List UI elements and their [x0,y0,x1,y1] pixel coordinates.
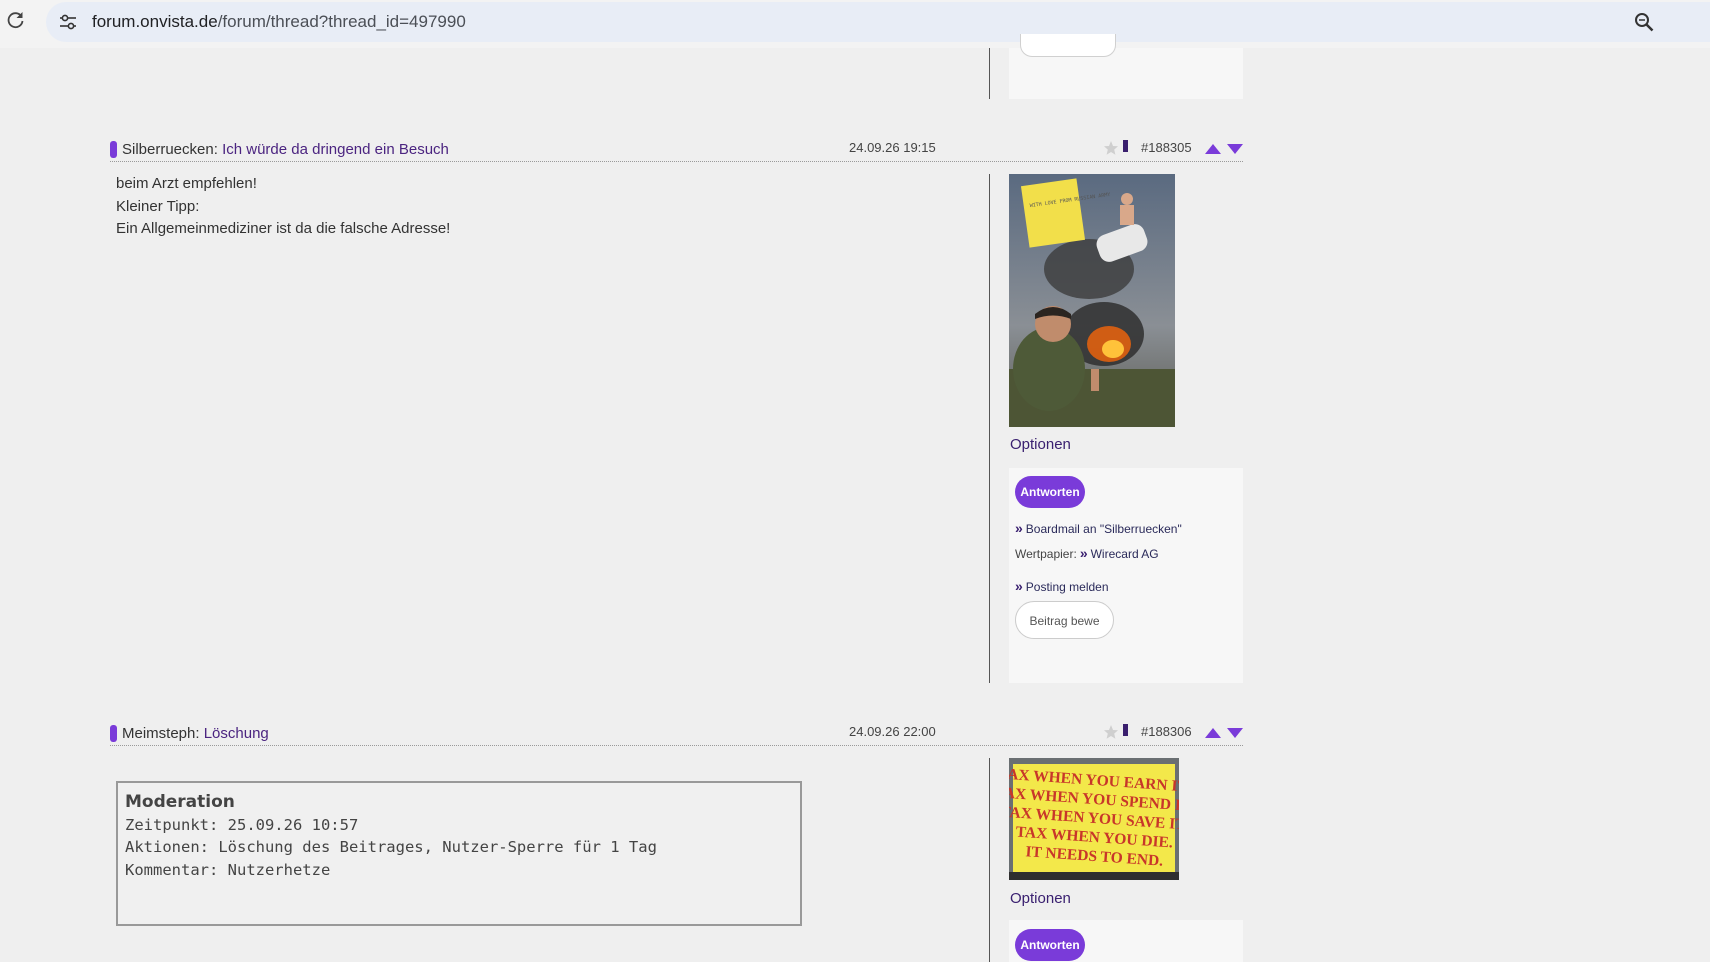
reload-icon[interactable] [6,10,26,30]
rating-star-icon[interactable] [1103,140,1119,156]
url-host: forum.onvista.de [92,12,218,31]
boardmail-link[interactable]: » Boardmail an "Silberruecken" [1015,520,1182,536]
post-author[interactable]: Silberruecken [122,141,214,158]
moderation-notice: Moderation Zeitpunkt: 25.09.26 10:57 Akt… [116,781,802,926]
avatar[interactable]: WITH LOVE FROM RUSSIAN ARMY [1009,174,1175,427]
rate-button-previous[interactable] [1020,34,1116,57]
moderation-time: Zeitpunkt: 25.09.26 10:57 [125,815,359,834]
browser-toolbar: forum.onvista.de/forum/thread?thread_id=… [0,0,1710,48]
title-separator: : [195,725,204,742]
moderation-comment: Kommentar: Nutzerhetze [125,860,331,879]
double-arrow-icon: » [1015,578,1023,594]
post-title-line: Meimsteph: Löschung [122,725,269,742]
zoom-icon[interactable] [1633,11,1655,33]
url-text[interactable]: forum.onvista.de/forum/thread?thread_id=… [92,2,466,42]
vote-down-icon[interactable] [1226,143,1244,155]
options-label[interactable]: Optionen [1010,436,1071,453]
post-number[interactable]: #188305 [1141,140,1192,155]
rate-post-button[interactable]: Beitrag bewe [1015,601,1114,639]
rating-star-icon[interactable] [1103,724,1119,740]
boardmail-label: Boardmail an "Silberruecken" [1025,522,1182,536]
post-body-line: beim Arzt empfehlen! [116,175,257,192]
post-body: beim Arzt empfehlen! Kleiner Tipp: Ein A… [116,173,450,241]
post-date: 24.09.26 22:00 [849,724,936,739]
column-divider [989,48,990,99]
post-author[interactable]: Meimsteph [122,725,195,742]
moderation-actions: Aktionen: Löschung des Beitrages, Nutzer… [125,838,657,856]
url-path: /forum/thread?thread_id=497990 [217,12,466,31]
site-info-icon[interactable] [58,12,78,32]
vote-up-icon[interactable] [1204,143,1222,155]
report-link[interactable]: » Posting melden [1015,578,1109,594]
post-number[interactable]: #188306 [1141,724,1192,739]
post-date: 24.09.26 19:15 [849,140,936,155]
post-header: Silberruecken: Ich würde da dringend ein… [110,131,1243,162]
address-bar[interactable]: forum.onvista.de/forum/thread?thread_id=… [46,2,1710,42]
post-body-line: Ein Allgemeinmediziner ist da die falsch… [116,220,451,237]
post-header: Meimsteph: Löschung 24.09.26 22:00 #1883… [110,715,1243,746]
security-label: Wertpapier: [1015,547,1077,561]
double-arrow-icon: » [1015,520,1023,536]
moderation-title: Moderation [125,792,235,812]
post-marker [110,725,117,742]
post-body-line: Kleiner Tipp: [116,197,200,215]
reply-button[interactable]: Antworten [1015,929,1085,961]
reply-button[interactable]: Antworten [1015,476,1085,508]
column-divider [989,174,990,683]
vote-down-icon[interactable] [1226,727,1244,739]
post-title-link[interactable]: Ich würde da dringend ein Besuch [222,141,449,158]
options-label[interactable]: Optionen [1010,890,1071,907]
report-label: Posting melden [1025,580,1109,594]
security-value: Wirecard AG [1090,547,1159,561]
post-title-link[interactable]: Löschung [204,725,269,742]
vote-up-icon[interactable] [1204,727,1222,739]
security-link[interactable]: Wertpapier:» Wirecard AG [1015,545,1159,561]
column-divider [989,758,990,962]
title-separator: : [213,141,223,158]
rating-bar [1123,140,1128,152]
double-arrow-icon: » [1079,545,1088,561]
avatar[interactable]: TAX WHEN YOU EARN IT. TAX WHEN YOU SPEND… [1009,758,1179,880]
post-marker [110,141,117,158]
post-title-line: Silberruecken: Ich würde da dringend ein… [122,141,449,158]
rating-bar [1123,724,1128,736]
